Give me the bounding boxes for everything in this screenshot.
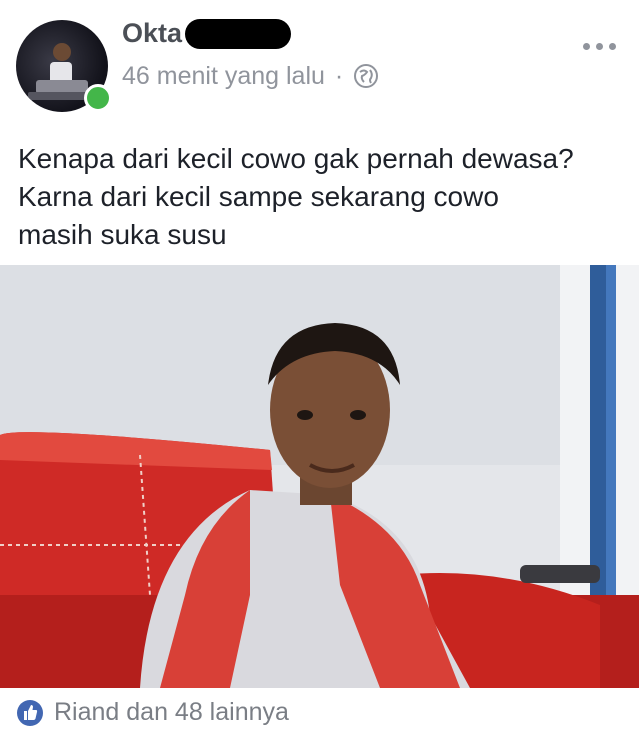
more-options-icon[interactable] xyxy=(583,36,623,56)
post-timestamp[interactable]: 46 menit yang lalu xyxy=(122,62,325,91)
author-name[interactable]: Okta xyxy=(122,18,182,49)
post-photo[interactable] xyxy=(0,265,639,688)
post-text-line: masih suka susu xyxy=(18,219,227,250)
post-body: Kenapa dari kecil cowo gak pernah dewasa… xyxy=(18,140,628,254)
online-status-indicator xyxy=(84,84,112,112)
post-header: Okta 46 menit yang lalu · xyxy=(0,0,639,120)
post-text-line: Kenapa dari kecil cowo gak pernah dewasa… xyxy=(18,143,574,174)
post-text-line: Karna dari kecil sampe sekarang cowo xyxy=(18,181,499,212)
meta-separator: · xyxy=(334,61,344,90)
redacted-name-bar xyxy=(185,19,291,49)
like-icon[interactable] xyxy=(16,699,44,727)
post-meta: 46 menit yang lalu · xyxy=(122,58,379,94)
post-footer: Riand dan 48 lainnya xyxy=(0,688,639,737)
globe-icon[interactable] xyxy=(353,63,379,89)
reactions-summary[interactable]: Riand dan 48 lainnya xyxy=(54,698,289,727)
